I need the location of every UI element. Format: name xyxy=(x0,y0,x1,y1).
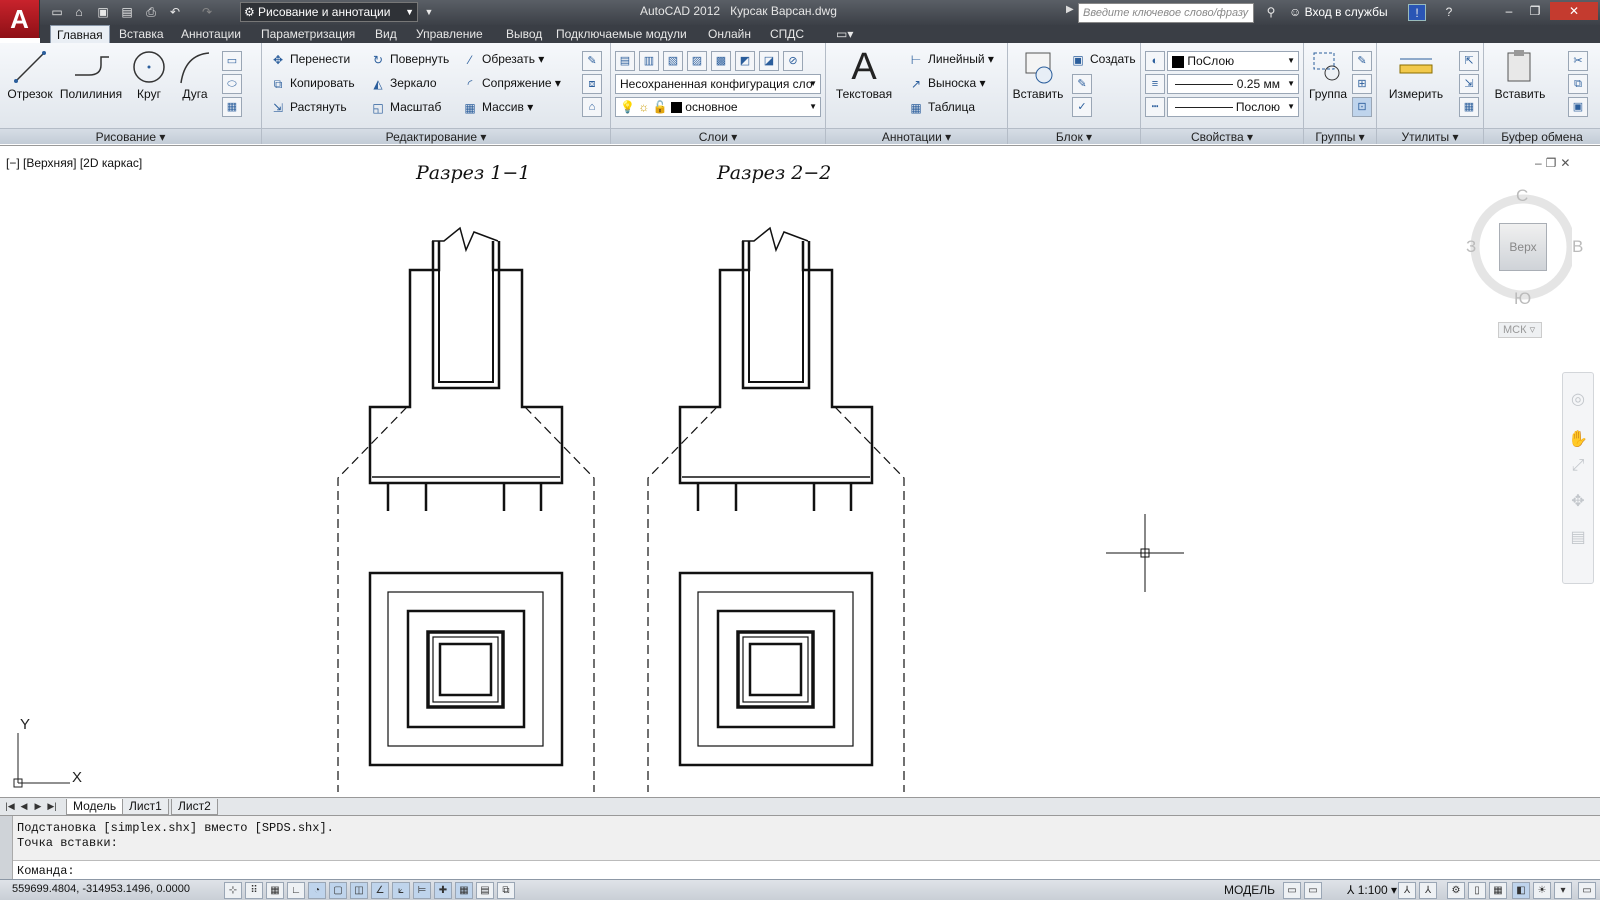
pan-icon[interactable]: ✋ xyxy=(1567,429,1589,451)
zoom-extents-icon[interactable]: ⤢ xyxy=(1567,455,1589,477)
orbit-icon[interactable]: ✥ xyxy=(1567,491,1589,513)
steering-wheel-icon[interactable]: ◎ xyxy=(1567,389,1589,411)
application-status-menu-icon[interactable]: ▾ xyxy=(1554,882,1572,899)
section-2-2: Разрез 2−2 xyxy=(647,162,905,792)
auto-scale-icon[interactable]: ⅄ xyxy=(1419,882,1437,899)
viewcube-top-face[interactable]: Верх xyxy=(1499,223,1547,271)
grid-display-icon[interactable]: ▦ xyxy=(266,882,284,899)
polar-tracking-icon[interactable]: ◔ xyxy=(308,882,326,899)
tab-model[interactable]: Модель xyxy=(66,799,124,815)
tab-layout2[interactable]: Лист2 xyxy=(171,799,218,815)
tab-layout1[interactable]: Лист1 xyxy=(122,799,169,815)
compass-south[interactable]: Ю xyxy=(1514,289,1531,309)
command-window: Подстановка [simplex.shx] вместо [SPDS.s… xyxy=(0,815,1600,880)
layout-tabs-bar: |◀ ◀ ▶ ▶| Модель Лист1 Лист2 xyxy=(0,797,1600,815)
first-tab-icon[interactable]: |◀ xyxy=(4,799,16,813)
compass-west[interactable]: З xyxy=(1466,237,1476,257)
drawing-svg[interactable]: Разрез 1−1 Разрез 2−2 Y X xyxy=(0,0,1600,797)
dynamic-input-icon[interactable]: ⊨ xyxy=(413,882,431,899)
annotation-scale-value: 1:100 xyxy=(1357,883,1388,897)
dynamic-ucs-icon[interactable]: ⟀ xyxy=(392,882,410,899)
ucs-x-label: X xyxy=(72,769,82,786)
wcs-label: МСК xyxy=(1503,324,1527,336)
3d-object-snap-icon[interactable]: ◫ xyxy=(350,882,368,899)
coordinates-readout[interactable]: 559699.4804, -314953.1496, 0.0000 xyxy=(12,883,190,895)
compass-east[interactable]: В xyxy=(1572,237,1583,257)
next-tab-icon[interactable]: ▶ xyxy=(32,799,44,813)
ortho-mode-icon[interactable]: ∟ xyxy=(287,882,305,899)
lock-ui-icon[interactable]: ▯ xyxy=(1468,882,1486,899)
selection-cycling-icon[interactable]: ⧉ xyxy=(497,882,515,899)
snap-mode-icon[interactable]: ⠿ xyxy=(245,882,263,899)
viewport-window-controls[interactable]: –❐✕ xyxy=(1535,156,1575,170)
command-history-line: Точка вставки: xyxy=(17,836,118,850)
annotation-visibility-icon[interactable]: ⅄ xyxy=(1398,882,1416,899)
command-prompt: Команда: xyxy=(17,864,75,878)
section-2-title: Разрез 2−2 xyxy=(716,162,831,184)
quick-properties-icon[interactable]: ▤ xyxy=(476,882,494,899)
command-window-grip[interactable] xyxy=(0,816,13,880)
last-tab-icon[interactable]: ▶| xyxy=(46,799,58,813)
quick-view-drawings-icon[interactable]: ▭ xyxy=(1304,882,1322,899)
object-snap-tracking-icon[interactable]: ∠ xyxy=(371,882,389,899)
section-1-title: Разрез 1−1 xyxy=(415,162,530,184)
viewcube[interactable]: С З В Ю Верх МСК ▿ xyxy=(1454,186,1583,338)
lineweight-toggle-icon[interactable]: ✚ xyxy=(434,882,452,899)
command-input[interactable]: Команда: xyxy=(13,860,1600,880)
command-history-line: Подстановка [simplex.shx] вместо [SPDS.s… xyxy=(17,821,334,835)
navigation-bar: ◎ ✋ ⤢ ✥ ▤ xyxy=(1562,372,1594,584)
annotation-scale-icon: ⅄ xyxy=(1347,883,1355,897)
crosshair-cursor xyxy=(1106,514,1184,592)
compass-north[interactable]: С xyxy=(1516,186,1528,206)
isolate-objects-icon[interactable]: ◧ xyxy=(1512,882,1530,899)
transparency-icon[interactable]: ▦ xyxy=(455,882,473,899)
ucs-icon: Y X xyxy=(13,716,82,788)
ucs-y-label: Y xyxy=(20,716,30,733)
bulb-status-icon[interactable]: ☀ xyxy=(1533,882,1551,899)
annotation-scale[interactable]: ⅄ 1:100 ▾ xyxy=(1347,883,1397,897)
object-snap-icon[interactable]: ▢ xyxy=(329,882,347,899)
viewport-controls-label[interactable]: [−] [Верхняя] [2D каркас] xyxy=(6,156,142,170)
status-bar: 559699.4804, -314953.1496, 0.0000 ⊹ ⠿ ▦ … xyxy=(0,879,1600,900)
infer-constraints-icon[interactable]: ⊹ xyxy=(224,882,242,899)
hardware-accel-icon[interactable]: ▦ xyxy=(1489,882,1507,899)
quick-view-layouts-icon[interactable]: ▭ xyxy=(1283,882,1301,899)
wcs-menu[interactable]: МСК ▿ xyxy=(1498,322,1542,338)
app-menu-button[interactable]: A xyxy=(0,0,40,38)
clean-screen-icon[interactable]: ▭ xyxy=(1578,882,1596,899)
workspace-switch-icon[interactable]: ⚙ xyxy=(1447,882,1465,899)
showmotion-icon[interactable]: ▤ xyxy=(1567,527,1589,549)
prev-tab-icon[interactable]: ◀ xyxy=(18,799,30,813)
model-space-button[interactable]: МОДЕЛЬ xyxy=(1224,883,1275,897)
section-1-1: Разрез 1−1 xyxy=(337,162,595,792)
